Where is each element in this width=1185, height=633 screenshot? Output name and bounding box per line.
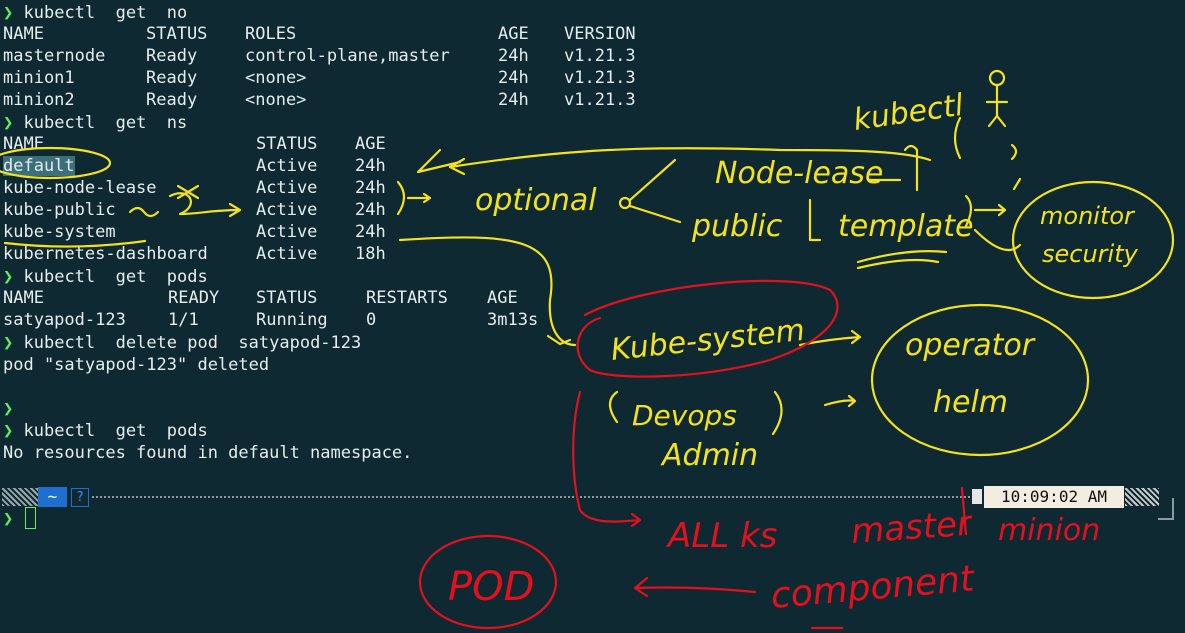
- label-node-lease: Node-lease: [715, 156, 883, 191]
- branch-lines: [628, 158, 682, 224]
- label-master: master: [850, 504, 974, 552]
- label-public: public: [691, 209, 783, 244]
- label-devops: Devops: [632, 399, 737, 432]
- annotation-overlay: kubectl Node-lease optional public templ…: [0, 69, 1175, 630]
- stick-figure-head: [988, 69, 1006, 87]
- label-helm: helm: [933, 385, 1008, 420]
- label-kube-system: Kube-system: [609, 313, 806, 368]
- label-component: component: [769, 558, 977, 617]
- dot-optional: [618, 196, 632, 210]
- stick-figure-body: [985, 84, 1009, 128]
- label-all-ks: ALL ks: [666, 516, 777, 556]
- label-optional: optional: [475, 183, 597, 218]
- label-security: security: [1042, 240, 1139, 268]
- label-kubectl: kubectl: [851, 88, 966, 138]
- small-marks: [1010, 143, 1022, 191]
- bracket-arrow-red: [572, 390, 642, 528]
- label-monitor: monitor: [1040, 202, 1136, 230]
- underline-kube-system: [3, 239, 147, 248]
- brace-arrow: [396, 180, 432, 216]
- label-operator: operator: [905, 328, 1036, 363]
- label-minion: minion: [998, 513, 1100, 548]
- arrow-to-kube-system: [398, 236, 577, 347]
- label-pod: POD: [448, 564, 534, 610]
- label-admin: Admin: [660, 438, 758, 473]
- circle-default: [0, 146, 112, 180]
- label-template: template: [838, 209, 973, 244]
- squiggle: [128, 206, 160, 218]
- arrow-devops: [823, 394, 857, 408]
- yellow-ink: kubectl Node-lease optional public templ…: [0, 69, 1175, 473]
- arrow-component: [633, 576, 757, 598]
